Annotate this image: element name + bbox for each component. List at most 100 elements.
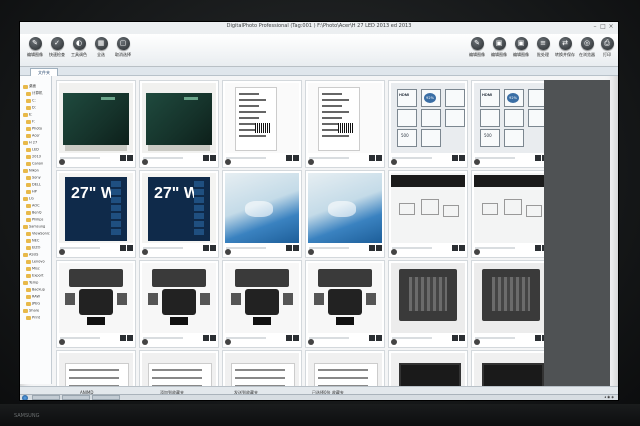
convert-save-button[interactable]: ⇄ 转换并保存 xyxy=(554,37,576,64)
check-mark-icon[interactable] xyxy=(376,155,382,161)
rating-icon[interactable] xyxy=(286,155,292,161)
thumbnail-foam-tray[interactable] xyxy=(388,260,468,348)
tree-folder-item[interactable]: Sony xyxy=(26,167,51,180)
tree-folder-item[interactable]: D: xyxy=(26,97,51,110)
tree-folder-item[interactable]: E: xyxy=(23,104,51,117)
tree-folder-item[interactable]: Export xyxy=(26,265,51,278)
tree-folder-item[interactable]: Temp xyxy=(23,272,51,285)
thumbnail-monitor[interactable] xyxy=(471,350,544,390)
thumbnail-sky-wave[interactable] xyxy=(222,170,302,258)
thumbnail-manual[interactable] xyxy=(56,350,136,390)
tree-folder-item[interactable]: Photo xyxy=(26,118,51,131)
tree-folder-item[interactable]: AOC xyxy=(26,195,51,208)
tree-folder-item[interactable]: NEC xyxy=(26,230,51,243)
rating-icon[interactable] xyxy=(535,335,541,341)
tree-folder-item[interactable]: ViewSonic xyxy=(26,223,51,236)
batch-button[interactable]: ≡ 批处理 xyxy=(532,37,554,64)
thumbnail-foam-tray[interactable] xyxy=(471,260,544,348)
tree-folder-item[interactable]: Share xyxy=(23,300,51,313)
tree-folder-item[interactable]: Canon xyxy=(26,153,51,166)
rating-icon[interactable] xyxy=(203,245,209,251)
tree-folder-item[interactable]: Backup xyxy=(26,279,51,292)
check-mark-icon[interactable] xyxy=(127,155,133,161)
check-mark-icon[interactable] xyxy=(210,335,216,341)
check-mark-icon[interactable] xyxy=(459,335,465,341)
thumbnail-doc-label[interactable] xyxy=(222,80,302,168)
tree-folder-item[interactable]: 2013 xyxy=(26,146,51,159)
tree-folder-item[interactable]: ASUS xyxy=(23,244,51,257)
rating-icon[interactable] xyxy=(203,335,209,341)
thumbnail-accessories[interactable] xyxy=(305,260,385,348)
rating-icon[interactable] xyxy=(120,155,126,161)
rating-icon[interactable] xyxy=(286,335,292,341)
rating-icon[interactable] xyxy=(535,155,541,161)
thumbnail-sky-wave[interactable] xyxy=(305,170,385,258)
rating-icon[interactable] xyxy=(369,335,375,341)
rating-icon[interactable] xyxy=(120,335,126,341)
thumbnail-doc-label[interactable] xyxy=(305,80,385,168)
close-icon[interactable]: × xyxy=(608,24,614,30)
thumbnail-manual[interactable] xyxy=(222,350,302,390)
tree-folder-item[interactable]: DELL xyxy=(26,174,51,187)
right-tool-1-button[interactable]: ✎ 编辑图像 xyxy=(466,37,488,64)
check-mark-icon[interactable] xyxy=(127,245,133,251)
rating-icon[interactable] xyxy=(369,155,375,161)
maximize-icon[interactable]: □ xyxy=(600,24,606,30)
start-icon[interactable] xyxy=(22,395,28,400)
thumbnail-box-27w[interactable]: 27" W xyxy=(56,170,136,258)
thumbnail-box-27w[interactable]: 27" W xyxy=(139,170,219,258)
thumbnail-hdmi-panel[interactable]: HDMI 92% 500 xyxy=(471,80,544,168)
tree-folder-item[interactable]: Samsung xyxy=(23,216,51,229)
tree-folder-item[interactable]: Lenovo xyxy=(26,251,51,264)
rating-icon[interactable] xyxy=(452,335,458,341)
taskbar-item[interactable] xyxy=(62,395,90,400)
taskbar-item[interactable] xyxy=(92,395,120,400)
thumbnail-leaflet[interactable] xyxy=(471,170,544,258)
check-mark-icon[interactable] xyxy=(210,155,216,161)
rating-icon[interactable] xyxy=(452,245,458,251)
check-mark-icon[interactable] xyxy=(293,335,299,341)
tree-folder-item[interactable]: HP xyxy=(26,181,51,194)
check-mark-icon[interactable] xyxy=(459,155,465,161)
check-mark-icon[interactable] xyxy=(127,335,133,341)
check-mark-icon[interactable] xyxy=(376,245,382,251)
check-mark-icon[interactable] xyxy=(293,245,299,251)
thumbnail-accessories[interactable] xyxy=(56,260,136,348)
select-all-button[interactable]: ▦ 全选 xyxy=(90,37,112,64)
tool-palette-button[interactable]: ◐ 工具调色 xyxy=(68,37,90,64)
browser-button[interactable]: ◎ 在浏览器 xyxy=(576,37,598,64)
thumbnail-box[interactable] xyxy=(56,80,136,168)
rating-icon[interactable] xyxy=(369,245,375,251)
tree-folder-item[interactable]: F: xyxy=(26,111,51,124)
rating-icon[interactable] xyxy=(535,245,541,251)
tree-folder-item[interactable]: Philips xyxy=(26,209,51,222)
tree-folder-item[interactable]: LG xyxy=(23,188,51,201)
check-mark-icon[interactable] xyxy=(210,245,216,251)
check-mark-icon[interactable] xyxy=(459,245,465,251)
rating-icon[interactable] xyxy=(203,155,209,161)
tree-folder-item[interactable]: C: xyxy=(26,90,51,103)
rating-icon[interactable] xyxy=(120,245,126,251)
tree-folder-item[interactable]: Print xyxy=(26,307,51,320)
tree-folder-item[interactable]: H 27 xyxy=(23,132,51,145)
thumbnail-manual[interactable] xyxy=(305,350,385,390)
tree-folder-item[interactable]: JPEG xyxy=(26,293,51,306)
thumbnail-manual[interactable] xyxy=(139,350,219,390)
edit-image-button[interactable]: ✎ 编辑图像 xyxy=(24,37,46,64)
thumbnail-leaflet[interactable] xyxy=(388,170,468,258)
check-mark-icon[interactable] xyxy=(376,335,382,341)
tree-folder-item[interactable]: RAW xyxy=(26,286,51,299)
rating-icon[interactable] xyxy=(286,245,292,251)
rating-icon[interactable] xyxy=(452,155,458,161)
tree-folder-item[interactable]: Acer xyxy=(26,125,51,138)
tree-folder-item[interactable]: Nikon xyxy=(23,160,51,173)
check-mark-icon[interactable] xyxy=(293,155,299,161)
tab-folder[interactable]: 文件夹 xyxy=(30,68,58,76)
thumbnail-accessories[interactable] xyxy=(222,260,302,348)
taskbar-item[interactable] xyxy=(32,395,60,400)
tree-folder-item[interactable]: 桌面 xyxy=(23,76,51,89)
right-tool-2-button[interactable]: ▣ 编辑图像 xyxy=(488,37,510,64)
thumbnail-monitor[interactable] xyxy=(388,350,468,390)
quick-check-button[interactable]: ✓ 快速检查 xyxy=(46,37,68,64)
deselect-button[interactable]: ▢ 取消选择 xyxy=(112,37,134,64)
